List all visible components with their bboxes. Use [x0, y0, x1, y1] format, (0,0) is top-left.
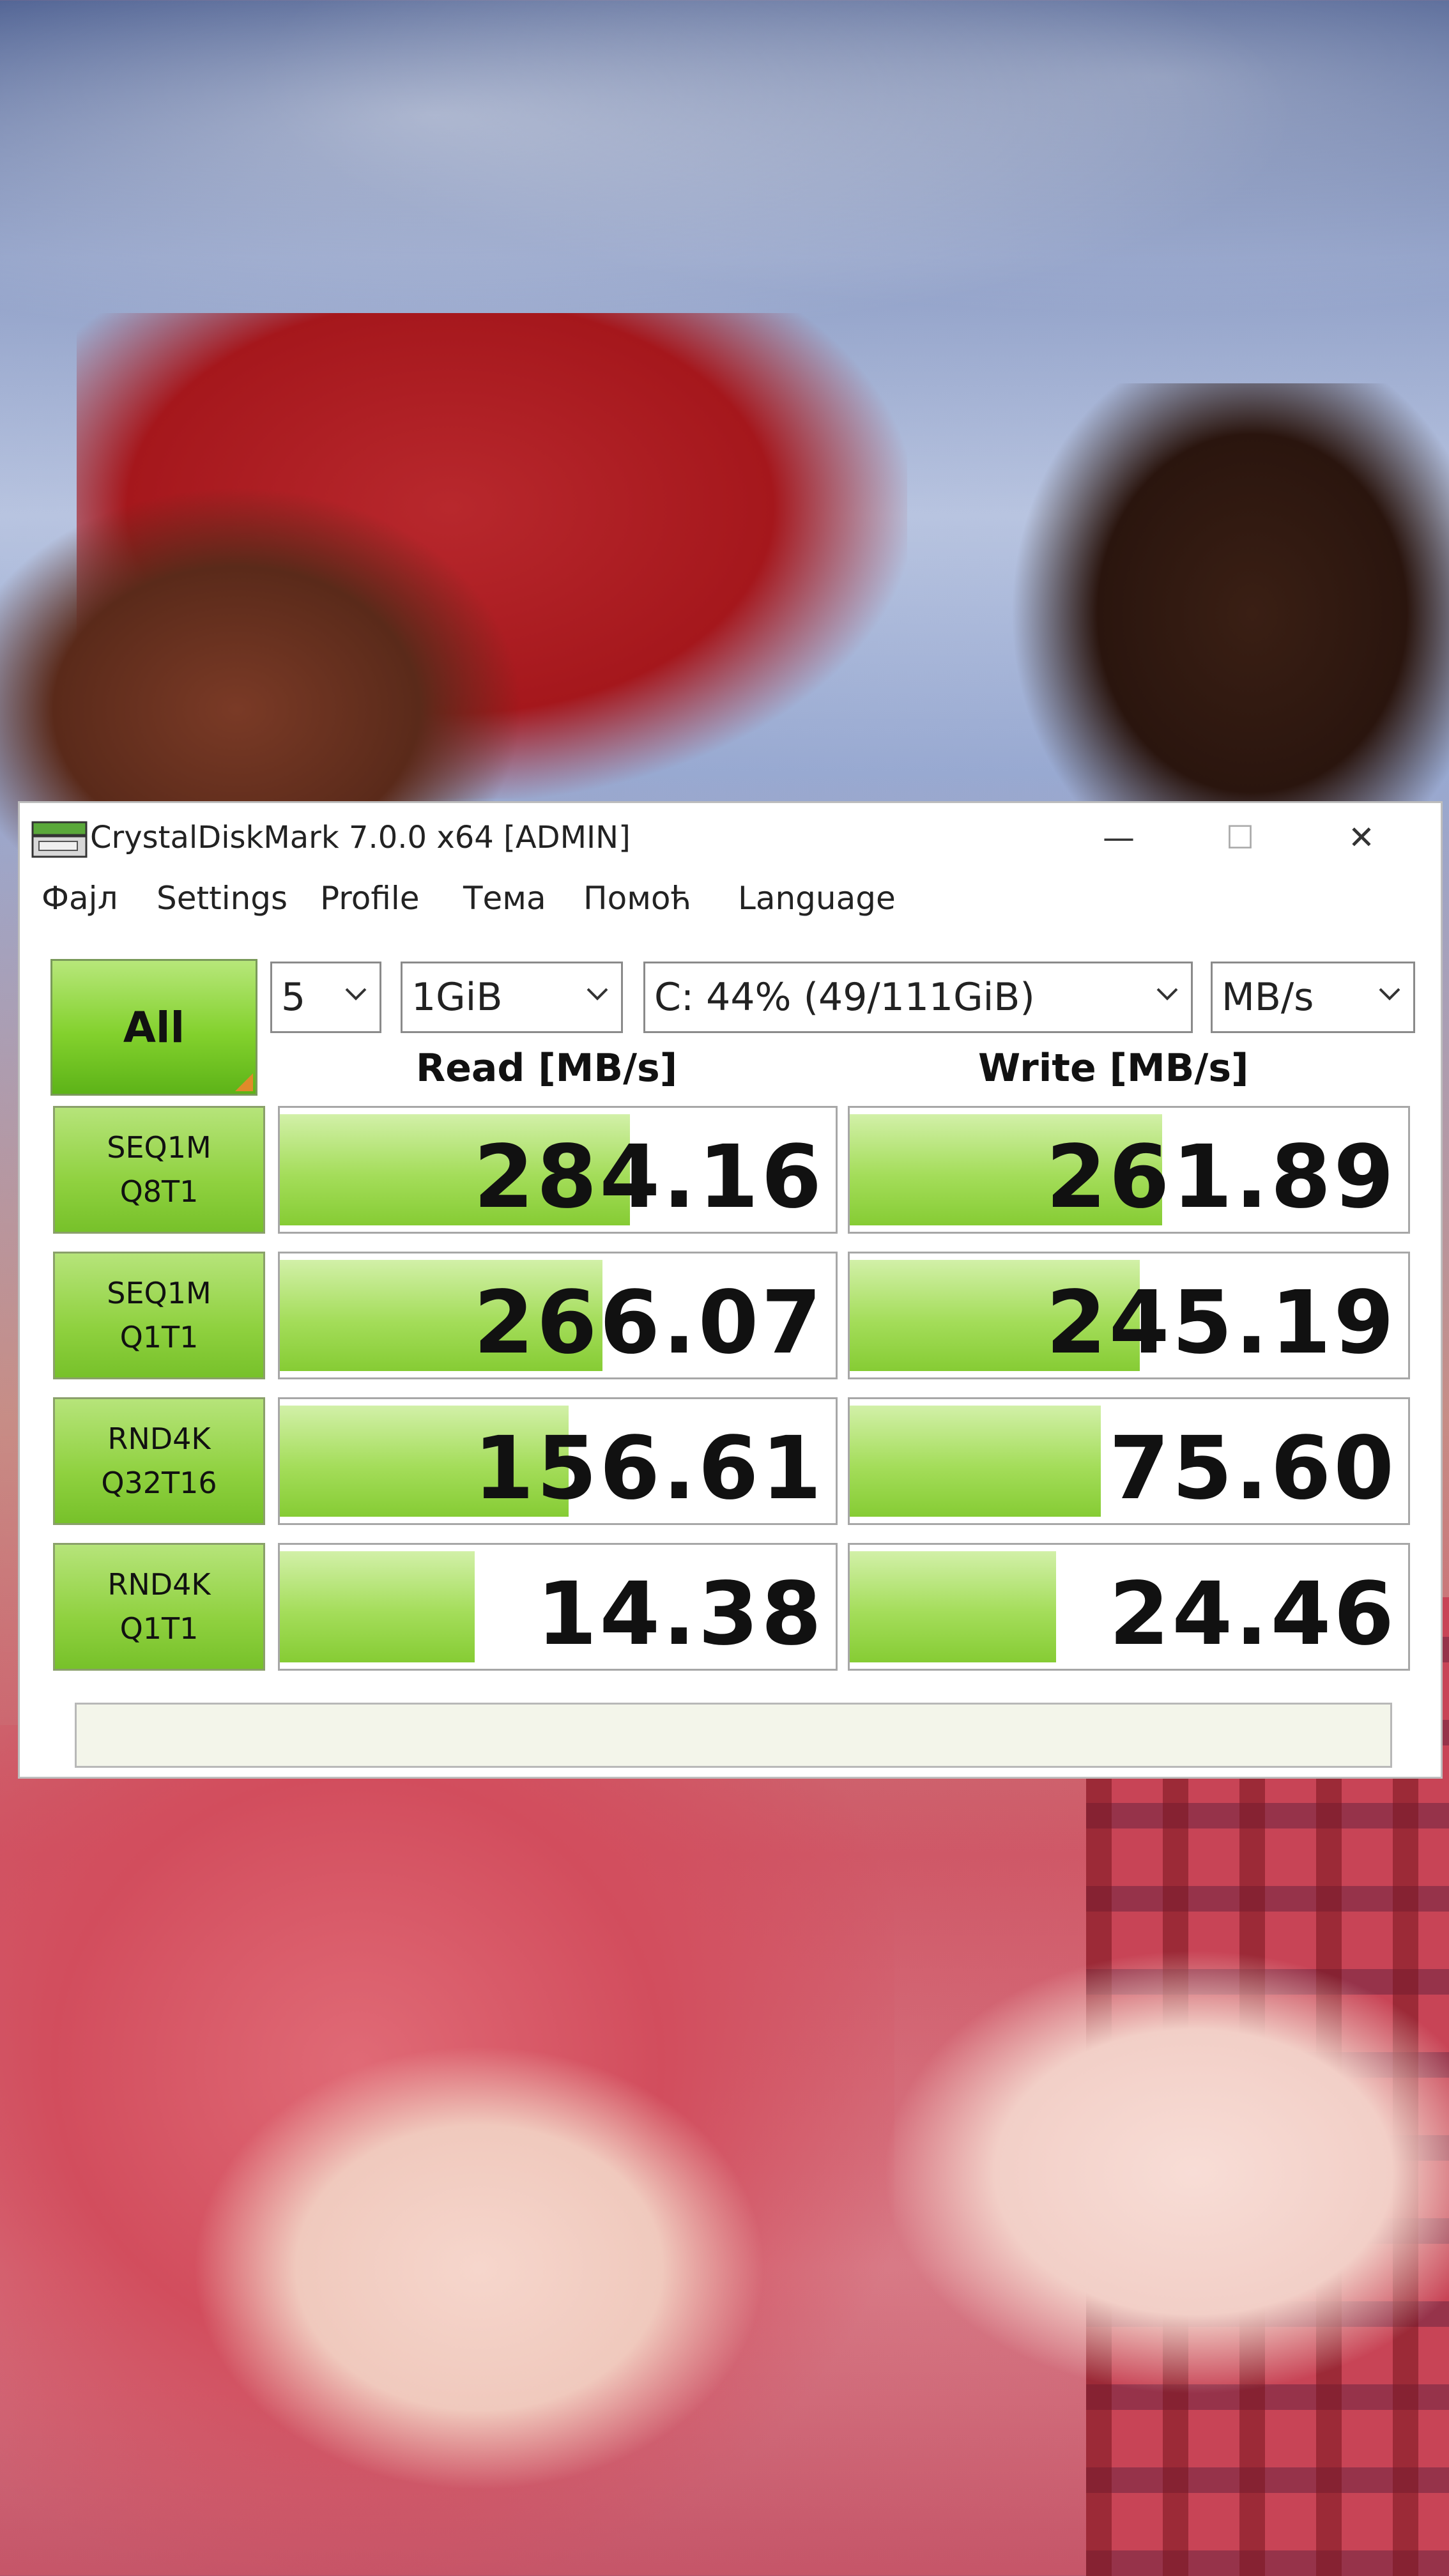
write-result-cell: 75.60: [848, 1397, 1410, 1525]
write-result-cell: 261.89: [848, 1106, 1410, 1234]
close-button[interactable]: ✕: [1323, 811, 1400, 864]
read-result-cell: 14.38: [278, 1543, 838, 1671]
test-name: RND4K: [107, 1422, 211, 1456]
background-sky: [0, 0, 1449, 383]
corner-marker-icon: [235, 1073, 253, 1091]
test-size-value: 1GiB: [411, 975, 503, 1020]
test-size-select[interactable]: 1GiB: [401, 962, 623, 1033]
chevron-down-icon: [586, 988, 608, 1000]
all-button-label: All: [123, 1002, 185, 1052]
all-button[interactable]: All: [50, 959, 257, 1096]
read-value: 156.61: [473, 1418, 824, 1519]
chevron-down-icon: [1379, 988, 1400, 1000]
test-name: SEQ1M: [107, 1276, 211, 1310]
background-red-hood: [77, 313, 907, 799]
unit-value: MB/s: [1222, 975, 1314, 1020]
write-value: 24.46: [1108, 1564, 1397, 1665]
read-result-cell: 284.16: [278, 1106, 838, 1234]
read-result-cell: 156.61: [278, 1397, 838, 1525]
unit-select[interactable]: MB/s: [1211, 962, 1415, 1033]
test-params: Q8T1: [119, 1174, 199, 1209]
minimize-icon: —: [1103, 819, 1135, 856]
benchmark-panel: All 5 1GiB C: 44% (49/111GiB) MB/s Read …: [20, 945, 1441, 1775]
write-progress-bar: [850, 1551, 1057, 1662]
write-column-header: Write [MB/s]: [978, 1046, 1249, 1091]
write-value: 261.89: [1046, 1127, 1397, 1228]
menu-profile[interactable]: Profile: [320, 880, 419, 917]
result-row: SEQ1M Q8T1 284.16 261.89: [20, 1106, 1441, 1243]
background-arm: [192, 2044, 767, 2492]
minimize-button[interactable]: —: [1080, 811, 1157, 864]
app-disk-icon: [31, 821, 88, 858]
title-bar[interactable]: CrystalDiskMark 7.0.0 x64 [ADMIN] — ☐ ✕: [20, 803, 1441, 872]
test-params: Q1T1: [119, 1320, 199, 1354]
menu-language[interactable]: Language: [738, 880, 896, 917]
chevron-down-icon: [1156, 988, 1178, 1000]
write-progress-bar: [850, 1406, 1101, 1517]
test-name: RND4K: [107, 1567, 211, 1602]
result-row: RND4K Q1T1 14.38 24.46: [20, 1543, 1441, 1680]
write-value: 245.19: [1046, 1273, 1397, 1374]
test-count-value: 5: [281, 975, 306, 1020]
result-row: SEQ1M Q1T1 266.07 245.19: [20, 1252, 1441, 1388]
test-button-seq1m-q1t1[interactable]: SEQ1M Q1T1: [53, 1252, 265, 1379]
test-count-select[interactable]: 5: [270, 962, 381, 1033]
menu-file[interactable]: Фајл: [42, 880, 118, 917]
menu-bar: Фајл Settings Profile Тема Помоћ Languag…: [20, 880, 1441, 931]
drive-value: C: 44% (49/111GiB): [654, 975, 1035, 1020]
window-title: CrystalDiskMark 7.0.0 x64 [ADMIN]: [90, 820, 631, 855]
crystaldiskmark-window: CrystalDiskMark 7.0.0 x64 [ADMIN] — ☐ ✕ …: [18, 801, 1443, 1779]
read-value: 284.16: [473, 1127, 824, 1228]
chevron-down-icon: [345, 988, 367, 1000]
result-row: RND4K Q32T16 156.61 75.60: [20, 1397, 1441, 1534]
read-value: 266.07: [473, 1273, 824, 1374]
test-params: Q32T16: [101, 1466, 217, 1500]
close-icon: ✕: [1348, 819, 1375, 856]
test-button-rnd4k-q1t1[interactable]: RND4K Q1T1: [53, 1543, 265, 1671]
read-column-header: Read [MB/s]: [416, 1046, 678, 1091]
test-params: Q1T1: [119, 1611, 199, 1646]
menu-settings[interactable]: Settings: [157, 880, 288, 917]
write-value: 75.60: [1108, 1418, 1397, 1519]
write-result-cell: 245.19: [848, 1252, 1410, 1379]
maximize-button[interactable]: ☐: [1202, 811, 1278, 864]
read-result-cell: 266.07: [278, 1252, 838, 1379]
maximize-icon: ☐: [1225, 819, 1255, 856]
menu-help[interactable]: Помоћ: [583, 880, 691, 917]
background-pink-dress: [0, 1725, 894, 2576]
comment-field[interactable]: [75, 1703, 1392, 1768]
menu-theme[interactable]: Тема: [463, 880, 546, 917]
read-progress-bar: [280, 1551, 475, 1662]
write-result-cell: 24.46: [848, 1543, 1410, 1671]
background-right-arm: [882, 1949, 1449, 2396]
read-value: 14.38: [536, 1564, 824, 1665]
test-button-seq1m-q8t1[interactable]: SEQ1M Q8T1: [53, 1106, 265, 1234]
test-button-rnd4k-q32t16[interactable]: RND4K Q32T16: [53, 1397, 265, 1525]
drive-select[interactable]: C: 44% (49/111GiB): [643, 962, 1193, 1033]
test-name: SEQ1M: [107, 1130, 211, 1165]
